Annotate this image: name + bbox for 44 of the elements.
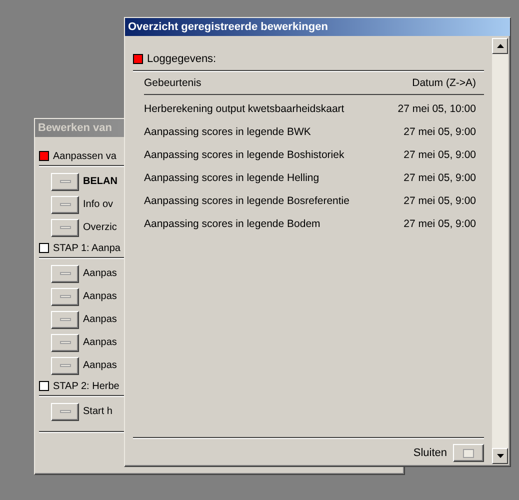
close-label: Sluiten <box>413 447 447 459</box>
section-label: STAP 1: Aanpa <box>53 242 120 254</box>
table-cell: 27 mei 05, 9:00 <box>404 148 476 160</box>
action-button[interactable] <box>51 334 79 352</box>
table-cell: 27 mei 05, 9:00 <box>404 126 476 138</box>
section-label: STAP 2: Herbe <box>53 380 120 392</box>
action-label: Aanpas <box>83 337 117 348</box>
column-header: Gebeurtenis <box>144 77 202 89</box>
window-title: Overzicht geregistreerde bewerkingen <box>125 18 510 36</box>
action-label: Aanpas <box>83 291 117 302</box>
section-label: Loggegevens: <box>147 53 216 65</box>
up-arrow-icon <box>496 44 504 48</box>
action-button[interactable] <box>51 218 79 236</box>
section-label: Aanpassen va <box>53 150 116 162</box>
scroll-down-button[interactable] <box>492 448 508 464</box>
down-arrow-icon <box>496 454 504 458</box>
close-button[interactable] <box>453 444 484 462</box>
action-label: BELAN <box>83 176 118 187</box>
action-button[interactable] <box>51 172 79 190</box>
table-cell: 27 mei 05, 9:00 <box>404 194 476 206</box>
column-header: Datum (Z->A) <box>412 77 476 89</box>
table-cell: 27 mei 05, 9:00 <box>404 218 476 230</box>
action-button[interactable] <box>51 402 79 420</box>
action-button[interactable] <box>51 196 79 214</box>
action-button[interactable] <box>51 264 79 282</box>
action-label: Aanpas <box>83 268 117 279</box>
action-label: Overzic <box>83 222 117 233</box>
action-label: Aanpas <box>83 360 117 371</box>
table-cell: Aanpassing scores in legende Bodem <box>144 218 320 230</box>
action-label: Aanpas <box>83 314 117 325</box>
table-cell: Aanpassing scores in legende BWK <box>144 126 311 138</box>
scrollbar[interactable] <box>492 38 508 464</box>
action-button[interactable] <box>51 310 79 328</box>
action-label: Start h <box>83 406 112 417</box>
action-button[interactable] <box>51 288 79 306</box>
table-cell: Herberekening output kwetsbaarheidskaart <box>144 102 344 114</box>
scroll-up-button[interactable] <box>492 38 508 54</box>
table-cell: 27 mei 05, 10:00 <box>398 102 476 114</box>
table-cell: Aanpassing scores in legende Helling <box>144 172 320 184</box>
action-button[interactable] <box>51 356 79 374</box>
table-cell: 27 mei 05, 9:00 <box>404 172 476 184</box>
table-cell: Aanpassing scores in legende Boshistoriek <box>144 148 344 160</box>
action-label: Info ov <box>83 199 114 210</box>
table-cell: Aanpassing scores in legende Bosreferentie <box>144 194 350 206</box>
